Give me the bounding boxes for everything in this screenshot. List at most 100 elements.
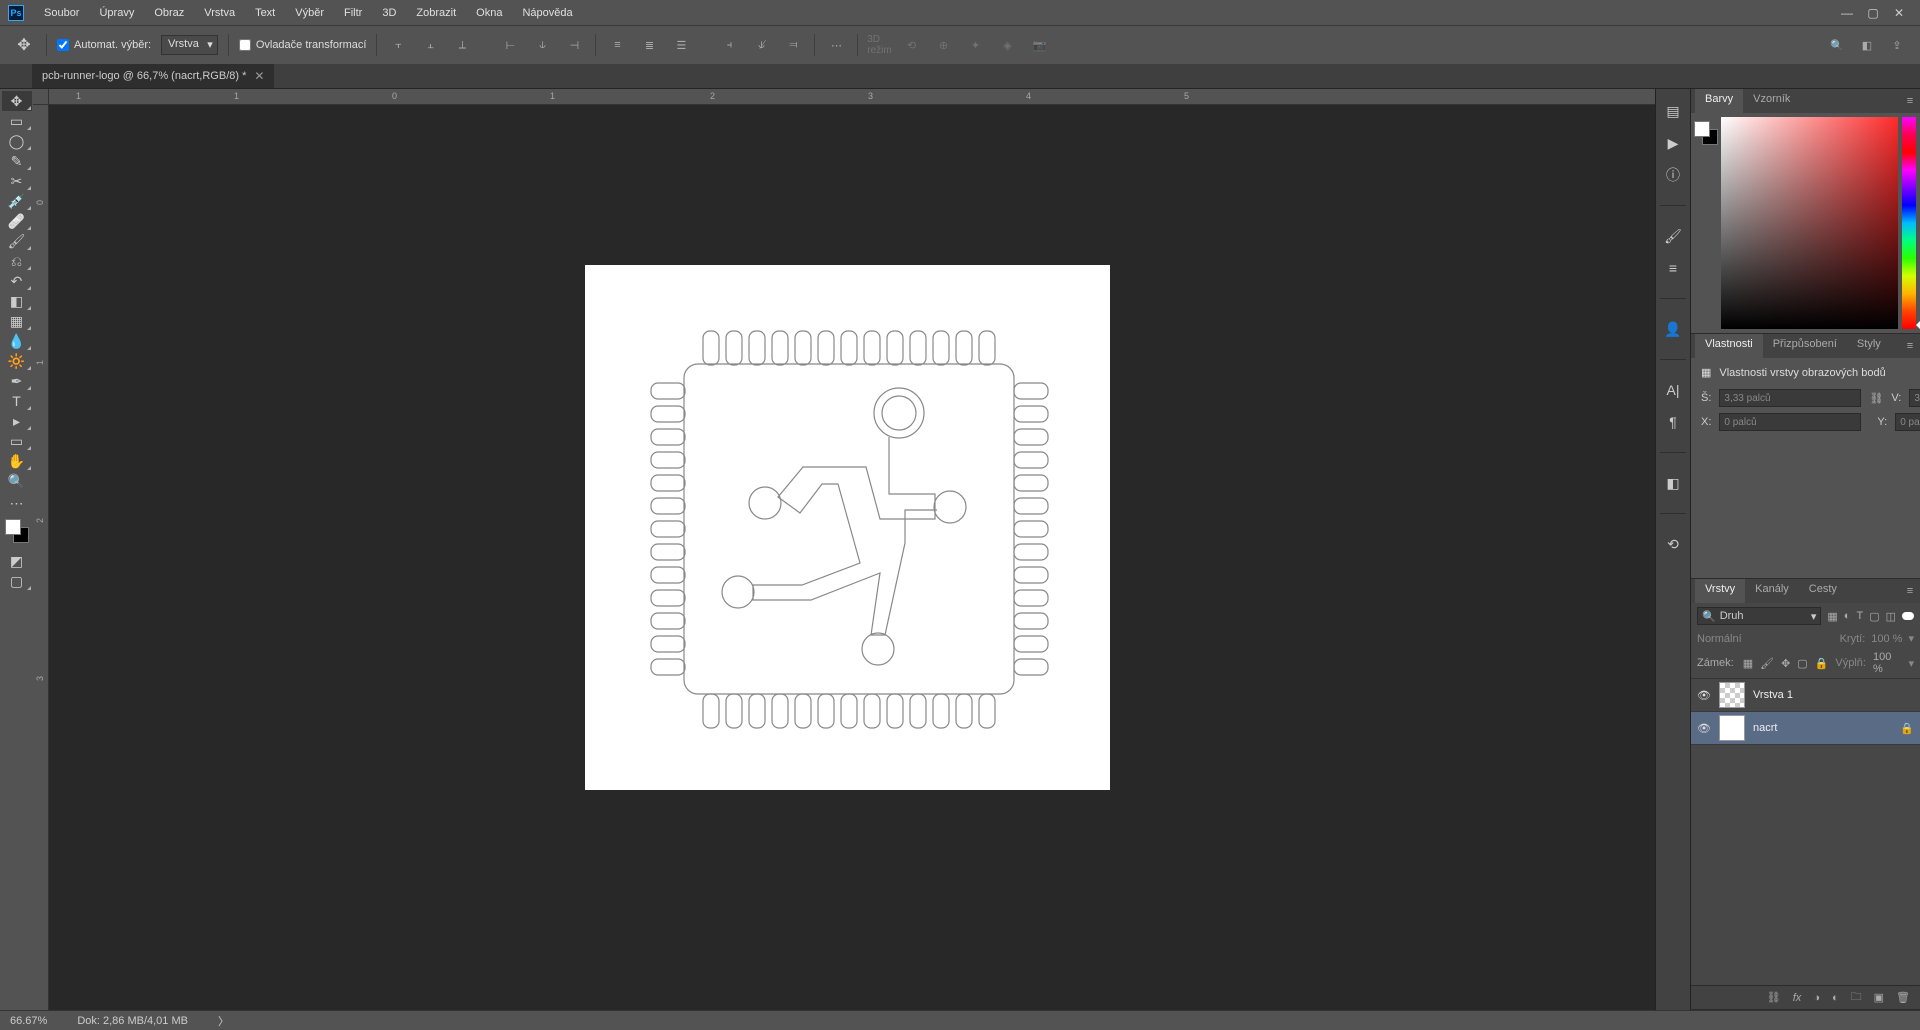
status-arrow[interactable]: 〉 [218, 1013, 229, 1029]
menu-zobrazit[interactable]: Zobrazit [406, 3, 466, 23]
layer-fx-icon[interactable]: fx [1793, 992, 1802, 1004]
distribute-left-icon[interactable]: ⫞ [718, 34, 740, 56]
layer-thumbnail[interactable] [1719, 715, 1745, 741]
window-maximize[interactable]: ▢ [1860, 3, 1886, 23]
layer-thumbnail[interactable] [1719, 682, 1745, 708]
gradient-tool[interactable]: ▦ [2, 311, 32, 331]
artboard[interactable] [585, 265, 1110, 790]
menu-text[interactable]: Text [245, 3, 285, 23]
crop-tool[interactable]: ✂ [2, 171, 32, 191]
window-minimize[interactable]: — [1834, 3, 1860, 23]
hue-slider[interactable] [1902, 117, 1916, 329]
actions-panel-icon[interactable]: ▶ [1663, 133, 1683, 153]
ruler-vertical[interactable]: 0 1 2 3 [33, 105, 49, 1010]
layer-mask-icon[interactable]: ◑ [1813, 992, 1820, 1004]
transform-controls-checkbox[interactable]: Ovladače transformací [239, 39, 367, 51]
distribute-bottom-icon[interactable]: ☰ [670, 34, 692, 56]
quickmask-tool[interactable]: ◩ [2, 551, 32, 571]
search-icon[interactable]: 🔍 [1826, 34, 1848, 56]
brush-panel-icon[interactable]: 🖌 [1663, 226, 1683, 246]
fill-value[interactable]: 100 % [1873, 651, 1902, 675]
auto-select-scope[interactable]: Vrstva▾ [161, 35, 218, 55]
tab-layers[interactable]: Vrstvy [1695, 579, 1745, 603]
tab-swatches[interactable]: Vzorník [1743, 89, 1800, 113]
lock-transparency-icon[interactable]: ▦ [1743, 657, 1753, 670]
lock-position-icon[interactable]: ✥ [1781, 657, 1790, 670]
filter-smart-icon[interactable]: ◫ [1886, 610, 1896, 623]
color-field[interactable] [1721, 117, 1898, 329]
edit-toolbar[interactable]: ⋯ [2, 493, 32, 513]
clone-source-icon[interactable]: 👤 [1663, 319, 1683, 339]
lock-artboard-icon[interactable]: ▢ [1797, 657, 1807, 670]
move-tool[interactable]: ✥ [2, 91, 32, 111]
menu-výběr[interactable]: Výběr [285, 3, 334, 23]
width-input[interactable] [1719, 389, 1861, 407]
filter-type-icon[interactable]: T [1856, 610, 1863, 623]
doc-info[interactable]: Dok: 2,86 MB/4,01 MB [77, 1015, 188, 1027]
menu-filtr[interactable]: Filtr [334, 3, 372, 23]
delete-layer-icon[interactable]: 🗑 [1896, 991, 1910, 1004]
auto-select-checkbox[interactable]: Automat. výběr: [57, 39, 151, 51]
hand-tool[interactable]: ✋ [2, 451, 32, 471]
layer-row[interactable]: 👁nacrt🔒 [1691, 712, 1920, 745]
info-panel-icon[interactable]: ⓘ [1663, 165, 1683, 185]
heal-tool[interactable]: 🩹 [2, 211, 32, 231]
zoom-tool[interactable]: 🔍 [2, 471, 32, 491]
share-icon[interactable]: ⇪ [1886, 34, 1908, 56]
visibility-icon[interactable]: 👁 [1697, 722, 1711, 735]
filter-pixel-icon[interactable]: ▦ [1827, 610, 1837, 623]
character-panel-icon[interactable]: A| [1663, 380, 1683, 400]
height-input[interactable] [1909, 389, 1920, 407]
distribute-vcenter-icon[interactable]: ≣ [638, 34, 660, 56]
align-right-icon[interactable]: ⊣ [563, 34, 585, 56]
visibility-icon[interactable]: 👁 [1697, 689, 1711, 702]
new-group-icon[interactable]: 🗀 [1851, 988, 1862, 1007]
filter-toggle[interactable] [1902, 612, 1914, 620]
document-tab[interactable]: pcb-runner-logo @ 66,7% (nacrt,RGB/8) * … [32, 64, 274, 88]
brush-tool[interactable]: 🖌 [2, 231, 32, 251]
menu-úpravy[interactable]: Úpravy [89, 3, 144, 23]
libraries-panel-icon[interactable]: ⟲ [1663, 534, 1683, 554]
blend-mode-select[interactable]: Normální [1697, 633, 1834, 645]
layer-filter-select[interactable]: 🔍 Druh▾ [1697, 607, 1821, 625]
menu-vrstva[interactable]: Vrstva [194, 3, 245, 23]
layers-panel-menu[interactable]: ≡ [1900, 579, 1920, 603]
menu-soubor[interactable]: Soubor [34, 3, 89, 23]
distribute-right-icon[interactable]: ⫤ [782, 34, 804, 56]
more-align-icon[interactable]: ⋯ [825, 34, 847, 56]
stamp-tool[interactable]: ⎌ [2, 251, 32, 271]
menu-okna[interactable]: Okna [466, 3, 512, 23]
tab-paths[interactable]: Cesty [1799, 579, 1847, 603]
workspace-icon[interactable]: ◧ [1856, 34, 1878, 56]
tab-adjustments[interactable]: Přizpůsobení [1763, 334, 1847, 358]
tab-properties[interactable]: Vlastnosti [1695, 334, 1763, 358]
properties-panel-menu[interactable]: ≡ [1900, 334, 1920, 358]
new-adjustment-icon[interactable]: ◐ [1832, 992, 1839, 1004]
color-panel-menu[interactable]: ≡ [1900, 89, 1920, 113]
eraser-tool[interactable]: ◧ [2, 291, 32, 311]
filter-shape-icon[interactable]: ▢ [1869, 610, 1879, 623]
lock-pixels-icon[interactable]: 🖌 [1760, 657, 1774, 670]
pen-tool[interactable]: ✒ [2, 371, 32, 391]
y-input[interactable] [1895, 413, 1920, 431]
eyedropper-tool[interactable]: 💉 [2, 191, 32, 211]
menu-3d[interactable]: 3D [372, 3, 406, 23]
color-fgbg[interactable] [1694, 121, 1718, 145]
new-layer-icon[interactable]: ▣ [1874, 991, 1884, 1004]
tab-styles[interactable]: Styly [1847, 334, 1891, 358]
filter-adjust-icon[interactable]: ◐ [1844, 610, 1851, 623]
menu-nápověda[interactable]: Nápověda [512, 3, 582, 23]
shape-tool[interactable]: ▭ [2, 431, 32, 451]
blur-tool[interactable]: 💧 [2, 331, 32, 351]
distribute-top-icon[interactable]: ≡ [606, 34, 628, 56]
align-left-icon[interactable]: ⊢ [499, 34, 521, 56]
quick-select-tool[interactable]: ✎ [2, 151, 32, 171]
align-bottom-icon[interactable]: ⟂ [451, 34, 473, 56]
tab-channels[interactable]: Kanály [1745, 579, 1799, 603]
align-top-icon[interactable]: ⫟ [387, 34, 409, 56]
tab-color[interactable]: Barvy [1695, 89, 1743, 113]
layer-row[interactable]: 👁Vrstva 1 [1691, 679, 1920, 712]
marquee-tool[interactable]: ▭ [2, 111, 32, 131]
distribute-hcenter-icon[interactable]: ⫝̸ [750, 34, 772, 56]
history-brush-tool[interactable]: ↶ [2, 271, 32, 291]
